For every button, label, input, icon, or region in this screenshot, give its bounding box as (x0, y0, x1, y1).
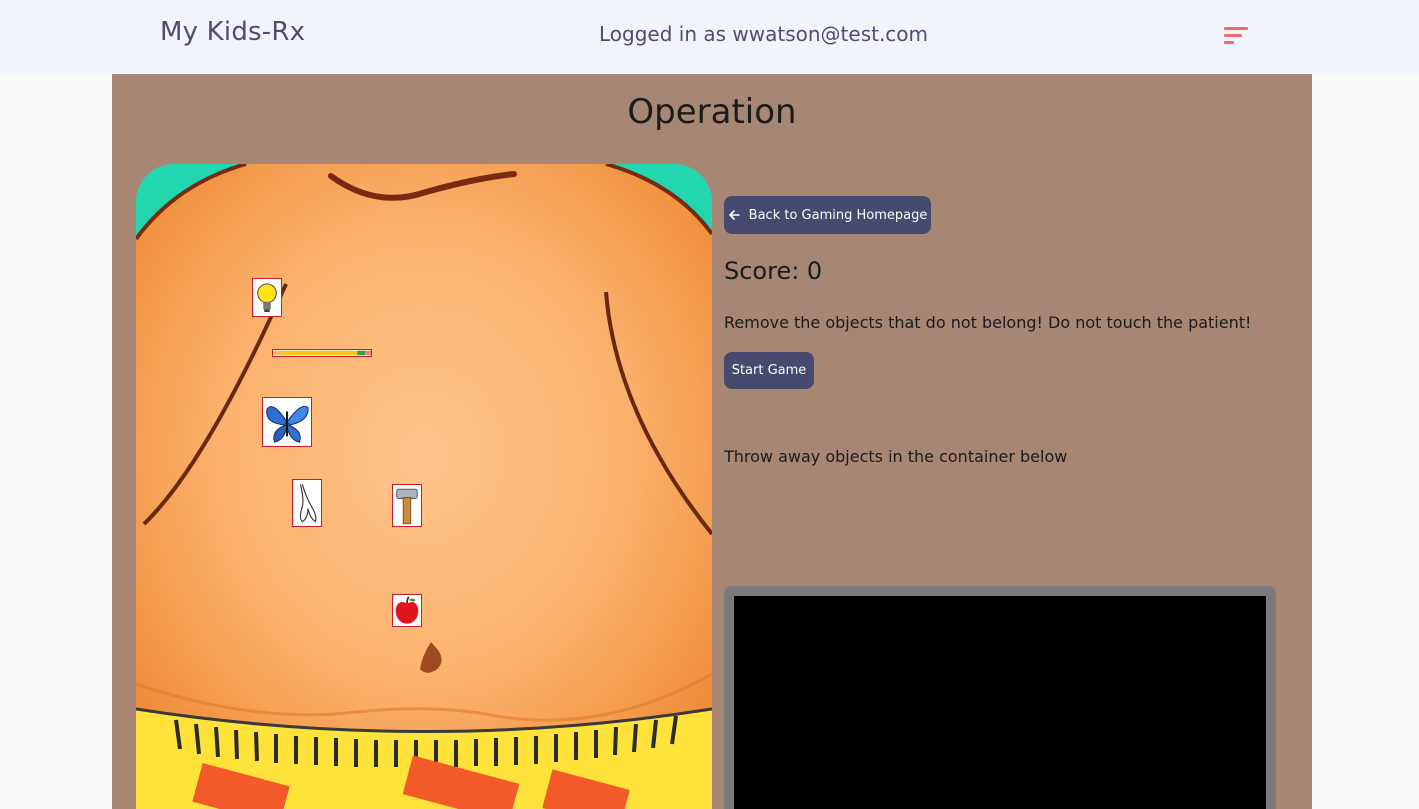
start-game-button[interactable]: Start Game (724, 352, 814, 389)
back-to-gaming-homepage-button[interactable]: Back to Gaming Homepage (724, 196, 931, 234)
patient-board[interactable] (136, 164, 712, 809)
lightbulb-object[interactable] (252, 278, 282, 317)
menu-icon[interactable] (1220, 24, 1250, 46)
brand-title[interactable]: My Kids-Rx (160, 17, 305, 47)
lightbulb-icon (257, 283, 277, 312)
score-display: Score: 0 (724, 257, 823, 285)
wishbone-icon (299, 484, 317, 523)
pencil-object[interactable] (272, 349, 372, 357)
butterfly-object[interactable] (262, 397, 312, 447)
instruction-text: Remove the objects that do not belong! D… (724, 313, 1252, 332)
back-button-label: Back to Gaming Homepage (748, 207, 928, 223)
butterfly-icon (266, 405, 309, 443)
pencil-icon (273, 350, 371, 356)
hammer-icon (396, 488, 418, 525)
arrow-left-icon (728, 210, 740, 220)
hammer-object[interactable] (392, 484, 422, 527)
apple-object[interactable] (392, 594, 422, 627)
patient-body (136, 164, 712, 809)
trash-container[interactable] (724, 586, 1276, 809)
top-navbar: My Kids-Rx Logged in as wwatson@test.com (0, 0, 1419, 73)
apple-icon (395, 596, 419, 624)
logged-in-user: Logged in as wwatson@test.com (599, 22, 929, 46)
wishbone-object[interactable] (292, 479, 322, 527)
page-title: Operation (627, 92, 797, 132)
game-panel: Operation Back to Gaming Homepage Score:… (112, 74, 1312, 809)
trash-drop-zone[interactable] (734, 596, 1266, 809)
throw-away-instruction: Throw away objects in the container belo… (724, 447, 1068, 466)
